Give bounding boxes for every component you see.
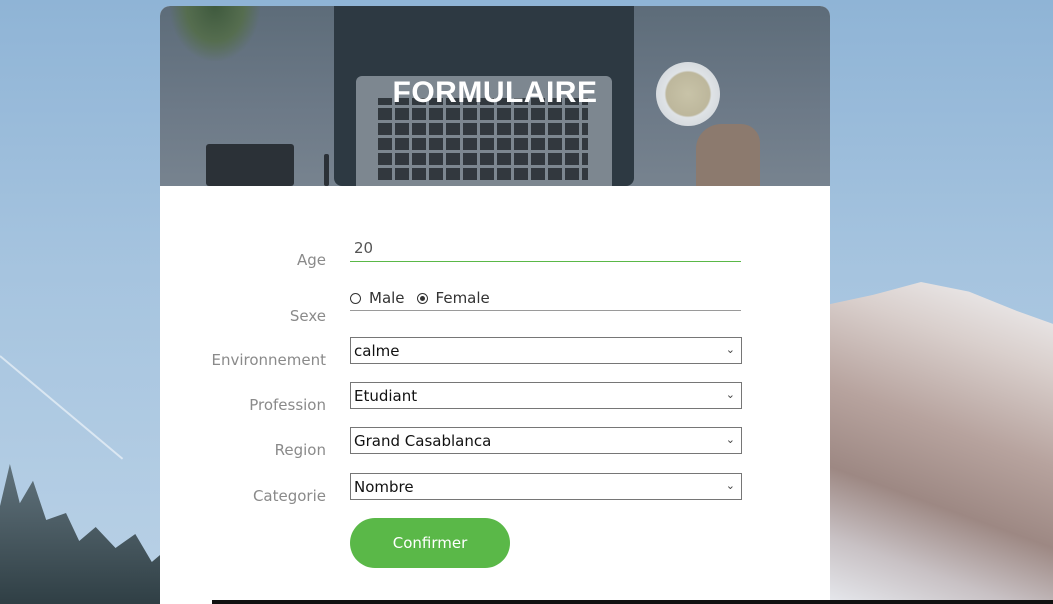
trees-background-image <box>0 464 165 604</box>
radio-female[interactable] <box>416 292 428 304</box>
hand-image <box>696 124 760 186</box>
plant-image <box>170 6 260 61</box>
chevron-down-icon: ⌄ <box>725 479 735 492</box>
sky-streak <box>0 355 124 460</box>
environnement-label: Environnement <box>211 351 326 369</box>
profession-selected-value: Etudiant <box>354 386 418 405</box>
profession-select[interactable]: Etudiant ⌄ <box>350 382 742 409</box>
chevron-down-icon: ⌄ <box>725 388 735 401</box>
mountain-background-image <box>813 282 1053 604</box>
sexe-radio-group: Male Female <box>350 286 741 311</box>
notebook-image <box>206 144 294 186</box>
radio-male-label: Male <box>369 289 405 307</box>
header-banner: FORMULAIRE <box>160 6 830 186</box>
region-selected-value: Grand Casablanca <box>354 431 492 450</box>
age-label: Age <box>296 251 326 269</box>
radio-female-label: Female <box>435 289 490 307</box>
environnement-select[interactable]: calme ⌄ <box>350 337 742 364</box>
confirm-button[interactable]: Confirmer <box>350 518 510 568</box>
categorie-label: Categorie <box>252 487 326 505</box>
region-select[interactable]: Grand Casablanca ⌄ <box>350 427 742 454</box>
chevron-down-icon: ⌄ <box>725 343 735 356</box>
pen-image <box>324 154 329 186</box>
radio-male[interactable] <box>350 292 361 304</box>
categorie-select[interactable]: Nombre ⌄ <box>350 473 742 500</box>
page-title: FORMULAIRE <box>392 76 598 109</box>
bottom-edge-bar <box>212 600 1053 604</box>
laptop-keyboard <box>378 98 588 180</box>
sexe-label: Sexe <box>289 307 326 325</box>
region-label: Region <box>274 441 326 459</box>
radio-option-male[interactable]: Male <box>350 289 405 307</box>
form-card: FORMULAIRE Age Sexe Male Female En <box>160 6 830 604</box>
age-input[interactable] <box>350 234 741 262</box>
radio-option-female[interactable]: Female <box>416 289 490 307</box>
environnement-selected-value: calme <box>354 341 400 360</box>
categorie-selected-value: Nombre <box>354 477 414 496</box>
profession-label: Profession <box>249 396 326 414</box>
chevron-down-icon: ⌄ <box>725 433 735 446</box>
